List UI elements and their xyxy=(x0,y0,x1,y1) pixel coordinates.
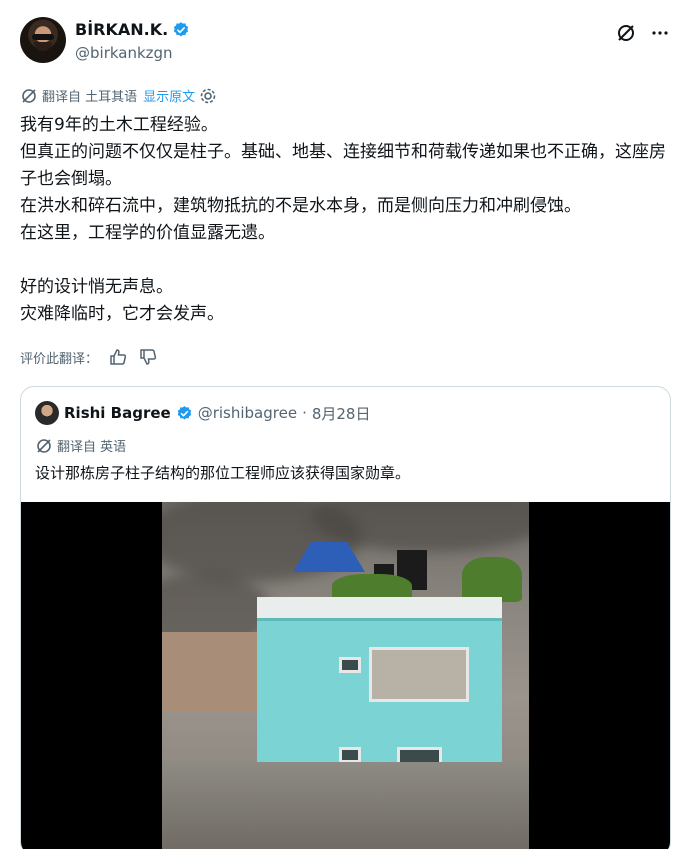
balcony-opening xyxy=(369,647,469,702)
verified-badge-icon xyxy=(174,21,189,36)
translation-label: 翻译自 土耳其语 xyxy=(42,90,138,105)
show-original-link[interactable]: 显示原文 xyxy=(143,86,195,105)
post-body: 我有9年的土木工程经验。 但真正的问题不仅仅是柱子。基础、地基、连接细节和荷载传… xyxy=(20,112,670,328)
thumbs-up-icon[interactable] xyxy=(108,347,128,367)
grok-icon[interactable] xyxy=(616,23,636,43)
post-header: BİRKAN.K. @birkankzgn xyxy=(20,17,670,69)
neighbor-building xyxy=(162,632,257,712)
author-display-name[interactable]: BİRKAN.K. xyxy=(75,20,168,39)
author-avatar[interactable] xyxy=(20,17,66,63)
post-line: 在这里，工程学的价值显露无遗。 xyxy=(20,223,275,243)
building-window xyxy=(339,747,361,763)
author-handle[interactable]: @birkankzgn xyxy=(75,44,173,62)
building-window xyxy=(339,657,361,673)
verified-badge-icon xyxy=(177,405,191,420)
rooftop-railing xyxy=(257,597,502,621)
more-options-icon[interactable] xyxy=(650,23,670,43)
post-line: 但真正的问题不仅仅是柱子。基础、地基、连接细节和荷载传递如果也不正确，这座房子也… xyxy=(20,142,666,189)
post-line: 好的设计悄无声息。 xyxy=(20,277,173,297)
video-player[interactable] xyxy=(21,502,670,849)
quoted-post-date[interactable]: 8月28日 xyxy=(312,403,371,424)
quoted-post-text: 设计那栋房子柱子结构的那位工程师应该获得国家勋章。 xyxy=(35,464,411,482)
quoted-translation-row: 翻译自 英语 xyxy=(35,436,126,455)
settings-gear-icon[interactable] xyxy=(199,87,217,105)
quoted-post[interactable]: Rishi Bagree @rishibagree · 8月28日 翻译自 英语… xyxy=(20,386,671,849)
quoted-author-avatar[interactable] xyxy=(35,401,59,425)
avatar-sunglasses xyxy=(32,34,54,40)
quoted-post-header: Rishi Bagree @rishibagree · 8月28日 xyxy=(35,401,370,425)
avatar-beard xyxy=(34,42,52,51)
thumbs-down-icon[interactable] xyxy=(138,347,158,367)
post-line: 灾难降临时，它才会发声。 xyxy=(20,304,224,324)
rate-translation-label: 评价此翻译： xyxy=(20,351,99,367)
translation-row: 翻译自 土耳其语 显示原文 xyxy=(20,86,217,105)
rate-translation-row: 评价此翻译： xyxy=(20,347,158,367)
quoted-author-display-name[interactable]: Rishi Bagree xyxy=(64,404,171,422)
post-line: 我有9年的土木工程经验。 xyxy=(20,115,218,135)
post-line: 在洪水和碎石流中，建筑物抵抗的不是水本身，而是侧向压力和冲刷侵蚀。 xyxy=(20,196,581,216)
header-actions xyxy=(616,23,670,43)
video-frame[interactable] xyxy=(162,502,529,849)
post-line-gap xyxy=(20,247,670,274)
author-name-row[interactable]: BİRKAN.K. xyxy=(75,20,190,39)
meta-separator: · xyxy=(302,404,307,422)
rooftop-plants xyxy=(462,557,522,602)
flood-debris xyxy=(162,762,529,849)
translate-icon xyxy=(37,438,51,453)
translate-icon xyxy=(22,88,36,103)
quoted-author-handle[interactable]: @rishibagree xyxy=(198,404,297,422)
quoted-translation-label: 翻译自 英语 xyxy=(57,440,127,455)
